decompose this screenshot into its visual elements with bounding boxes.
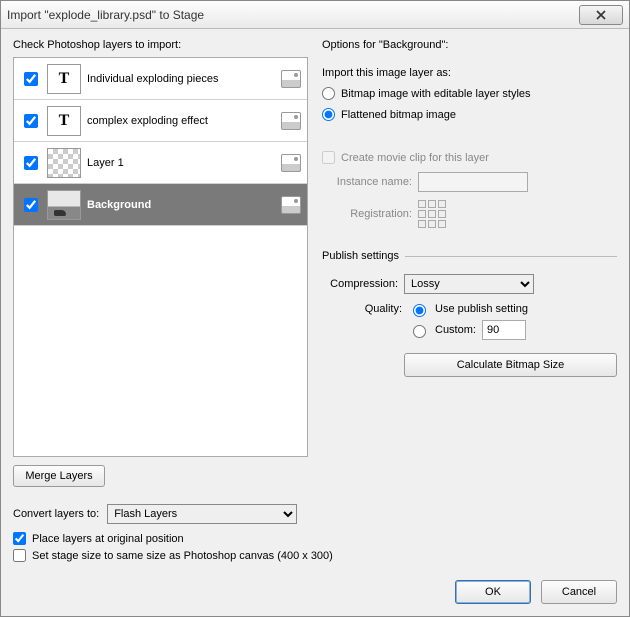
layer-name: Background [87, 199, 275, 211]
publish-settings-label: Publish settings [322, 250, 399, 262]
layer-checkbox[interactable] [24, 156, 38, 170]
radio-flattened-row[interactable]: Flattened bitmap image [322, 108, 617, 121]
import-as-label: Import this image layer as: [322, 67, 617, 79]
registration-grid-icon [418, 200, 446, 228]
layer-thumb-transparent-icon [47, 148, 81, 178]
image-icon[interactable] [281, 70, 301, 88]
dialog-title: Import "explode_library.psd" to Stage [7, 8, 579, 22]
layer-thumb-photo-icon [47, 190, 81, 220]
layer-thumb-text-icon: T [47, 64, 81, 94]
options-heading: Options for "Background": [322, 39, 617, 51]
instance-name-row: Instance name: [322, 172, 617, 192]
layer-row-selected[interactable]: Background [14, 184, 307, 226]
image-icon[interactable] [281, 154, 301, 172]
radio-bitmap-editable[interactable] [322, 87, 335, 100]
radio-bitmap-label: Bitmap image with editable layer styles [341, 88, 531, 100]
layer-list: T Individual exploding pieces T complex … [13, 57, 308, 457]
place-original-row[interactable]: Place layers at original position [13, 532, 617, 545]
image-icon[interactable] [281, 112, 301, 130]
radio-quality-custom[interactable] [413, 325, 426, 338]
radio-flattened[interactable] [322, 108, 335, 121]
layer-row[interactable]: Layer 1 [14, 142, 307, 184]
ok-button[interactable]: OK [455, 580, 531, 604]
registration-row: Registration: [322, 200, 617, 228]
layer-checkbox[interactable] [24, 198, 38, 212]
registration-label: Registration: [322, 208, 412, 220]
layer-row[interactable]: T complex exploding effect [14, 100, 307, 142]
layer-name: Layer 1 [87, 157, 275, 169]
layers-heading: Check Photoshop layers to import: [13, 39, 308, 51]
create-movieclip-label: Create movie clip for this layer [341, 152, 489, 164]
import-dialog: Import "explode_library.psd" to Stage Ch… [0, 0, 630, 617]
stage-size-label: Set stage size to same size as Photoshop… [32, 550, 333, 562]
create-movieclip-row: Create movie clip for this layer [322, 151, 617, 164]
radio-flattened-label: Flattened bitmap image [341, 109, 456, 121]
close-icon [596, 10, 606, 20]
titlebar: Import "explode_library.psd" to Stage [1, 1, 629, 29]
layer-row[interactable]: T Individual exploding pieces [14, 58, 307, 100]
layer-checkbox[interactable] [24, 114, 38, 128]
stage-size-checkbox[interactable] [13, 549, 26, 562]
instance-name-label: Instance name: [322, 176, 412, 188]
merge-layers-button[interactable]: Merge Layers [13, 465, 105, 487]
place-original-checkbox[interactable] [13, 532, 26, 545]
stage-size-row[interactable]: Set stage size to same size as Photoshop… [13, 549, 617, 562]
compression-select[interactable]: Lossy [404, 274, 534, 294]
compression-label: Compression: [322, 278, 398, 290]
layer-name: complex exploding effect [87, 115, 275, 127]
place-original-label: Place layers at original position [32, 533, 184, 545]
create-movieclip-checkbox [322, 151, 335, 164]
quality-publish-label: Use publish setting [435, 303, 528, 315]
radio-quality-publish[interactable] [413, 304, 426, 317]
calculate-bitmap-button[interactable]: Calculate Bitmap Size [404, 353, 617, 377]
convert-layers-label: Convert layers to: [13, 508, 99, 520]
radio-bitmap-row[interactable]: Bitmap image with editable layer styles [322, 87, 617, 100]
publish-settings-divider: Publish settings [322, 250, 617, 262]
layer-thumb-text-icon: T [47, 106, 81, 136]
quality-custom-label: Custom: [435, 324, 476, 336]
close-button[interactable] [579, 5, 623, 25]
layer-name: Individual exploding pieces [87, 73, 275, 85]
quality-value-field[interactable] [482, 320, 526, 340]
layer-checkbox[interactable] [24, 72, 38, 86]
instance-name-field [418, 172, 528, 192]
quality-label: Quality: [326, 303, 402, 315]
cancel-button[interactable]: Cancel [541, 580, 617, 604]
image-icon[interactable] [281, 196, 301, 214]
convert-layers-select[interactable]: Flash Layers [107, 504, 297, 524]
